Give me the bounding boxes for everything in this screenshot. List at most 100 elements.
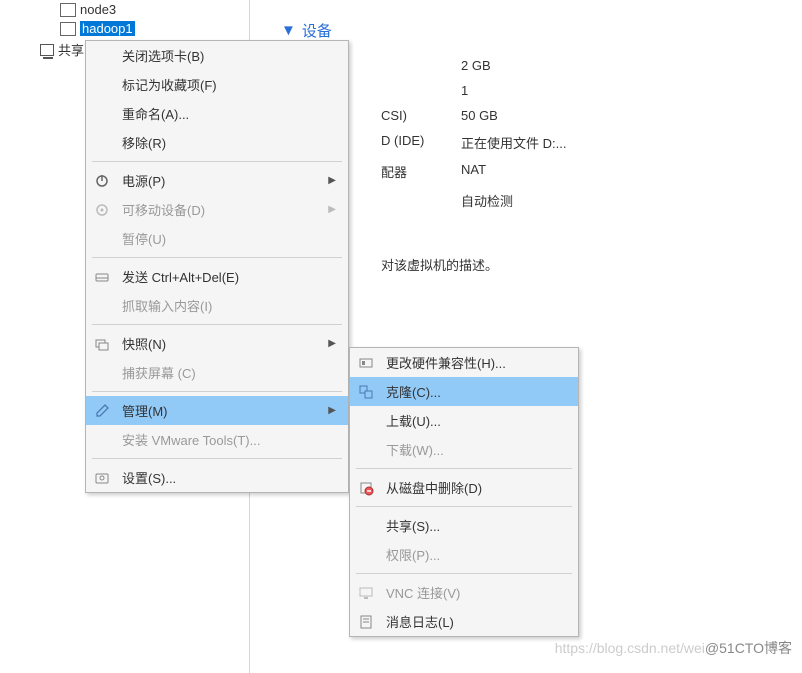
menu-message-log[interactable]: 消息日志(L)	[350, 607, 578, 636]
menu-snapshot[interactable]: 快照(N) ▶	[86, 329, 348, 358]
menu-remove[interactable]: 移除(R)	[86, 128, 348, 157]
delete-icon	[356, 480, 376, 496]
menu-label: 标记为收藏项(F)	[122, 75, 340, 94]
menu-label: 消息日志(L)	[386, 612, 570, 631]
vm-icon	[60, 22, 76, 36]
menu-upload[interactable]: 上载(U)...	[350, 406, 578, 435]
menu-label: 权限(P)...	[386, 545, 570, 564]
menu-separator	[92, 391, 342, 392]
menu-label: 更改硬件兼容性(H)...	[386, 353, 570, 372]
menu-separator	[92, 257, 342, 258]
submenu-arrow-icon: ▶	[328, 405, 340, 416]
keyboard-icon	[92, 269, 112, 285]
submenu-arrow-icon: ▶	[328, 175, 340, 186]
clone-icon	[356, 384, 376, 400]
menu-label: 抓取输入内容(I)	[122, 296, 340, 315]
device-value: 2 GB	[461, 58, 491, 73]
context-menu-manage: 更改硬件兼容性(H)... 克隆(C)... 上载(U)... 下载(W)...…	[349, 347, 579, 637]
menu-separator	[356, 506, 572, 507]
menu-label: 快照(N)	[122, 334, 328, 353]
menu-separator	[92, 161, 342, 162]
menu-change-hw-compat[interactable]: 更改硬件兼容性(H)...	[350, 348, 578, 377]
menu-separator	[92, 324, 342, 325]
menu-capture-screen: 捕获屏幕 (C)	[86, 358, 348, 387]
device-label: CSI)	[381, 108, 461, 123]
menu-label: 关闭选项卡(B)	[122, 46, 340, 65]
log-icon	[356, 614, 376, 630]
hardware-icon	[356, 355, 376, 371]
blank-icon	[92, 135, 112, 151]
collapse-arrow-icon: ▼	[281, 22, 296, 39]
wrench-icon	[92, 403, 112, 419]
device-row: 自动检测	[381, 186, 772, 215]
menu-mark-favorite[interactable]: 标记为收藏项(F)	[86, 70, 348, 99]
menu-close-tab[interactable]: 关闭选项卡(B)	[86, 41, 348, 70]
vm-description: 对该虚拟机的描述。	[381, 255, 772, 274]
device-row: CSI) 50 GB	[381, 103, 772, 128]
device-label	[381, 58, 461, 73]
menu-label: 上载(U)...	[386, 411, 570, 430]
blank-icon	[356, 442, 376, 458]
menu-separator	[92, 458, 342, 459]
device-value: 50 GB	[461, 108, 498, 123]
tree-node-node3[interactable]: node3	[0, 0, 249, 19]
section-header-devices[interactable]: ▼ 设备	[281, 20, 772, 41]
settings-icon	[92, 470, 112, 486]
menu-rename[interactable]: 重命名(A)...	[86, 99, 348, 128]
menu-label: 电源(P)	[122, 171, 328, 190]
menu-removable-devices: 可移动设备(D) ▶	[86, 195, 348, 224]
menu-separator	[356, 468, 572, 469]
menu-label: 移除(R)	[122, 133, 340, 152]
disc-icon	[92, 202, 112, 218]
menu-label: 管理(M)	[122, 401, 328, 420]
blank-icon	[92, 432, 112, 448]
blank-icon	[92, 77, 112, 93]
menu-label: 捕获屏幕 (C)	[122, 363, 340, 382]
blank-icon	[92, 48, 112, 64]
device-label	[381, 83, 461, 98]
menu-power[interactable]: 电源(P) ▶	[86, 166, 348, 195]
device-label: D (IDE)	[381, 133, 461, 152]
blank-icon	[356, 518, 376, 534]
menu-download: 下载(W)...	[350, 435, 578, 464]
menu-delete-from-disk[interactable]: 从磁盘中删除(D)	[350, 473, 578, 502]
device-row: 配器 NAT	[381, 157, 772, 186]
menu-label: 设置(S)...	[122, 468, 340, 487]
device-row: 1	[381, 78, 772, 103]
menu-label: 安装 VMware Tools(T)...	[122, 430, 340, 449]
menu-install-tools: 安装 VMware Tools(T)...	[86, 425, 348, 454]
menu-label: VNC 连接(V)	[386, 583, 570, 602]
menu-vnc: VNC 连接(V)	[350, 578, 578, 607]
monitor-icon	[356, 585, 376, 601]
menu-label: 下载(W)...	[386, 440, 570, 459]
section-title: 设备	[302, 20, 332, 41]
device-label	[381, 191, 461, 210]
power-icon	[92, 173, 112, 189]
tree-node-label: 共享	[58, 40, 84, 59]
device-row: 2 GB	[381, 53, 772, 78]
device-value: 正在使用文件 D:...	[461, 133, 566, 152]
tree-node-label: hadoop1	[80, 21, 135, 36]
device-label: 配器	[381, 162, 461, 181]
menu-label: 从磁盘中删除(D)	[386, 478, 570, 497]
tree-node-hadoop1[interactable]: hadoop1	[0, 19, 249, 38]
menu-share[interactable]: 共享(S)...	[350, 511, 578, 540]
menu-label: 克隆(C)...	[386, 382, 570, 401]
menu-send-cad[interactable]: 发送 Ctrl+Alt+Del(E)	[86, 262, 348, 291]
menu-label: 暂停(U)	[122, 229, 340, 248]
menu-label: 共享(S)...	[386, 516, 570, 535]
menu-manage[interactable]: 管理(M) ▶	[86, 396, 348, 425]
context-menu-main: 关闭选项卡(B) 标记为收藏项(F) 重命名(A)... 移除(R) 电源(P)…	[85, 40, 349, 493]
menu-label: 可移动设备(D)	[122, 200, 328, 219]
blank-icon	[92, 298, 112, 314]
blank-icon	[356, 547, 376, 563]
blank-icon	[92, 106, 112, 122]
submenu-arrow-icon: ▶	[328, 338, 340, 349]
menu-clone[interactable]: 克隆(C)...	[350, 377, 578, 406]
menu-settings[interactable]: 设置(S)...	[86, 463, 348, 492]
menu-pause: 暂停(U)	[86, 224, 348, 253]
menu-label: 重命名(A)...	[122, 104, 340, 123]
device-table: 2 GB 1 CSI) 50 GB D (IDE) 正在使用文件 D:... 配…	[381, 53, 772, 215]
tree-node-label: node3	[80, 2, 116, 17]
submenu-arrow-icon: ▶	[328, 204, 340, 215]
